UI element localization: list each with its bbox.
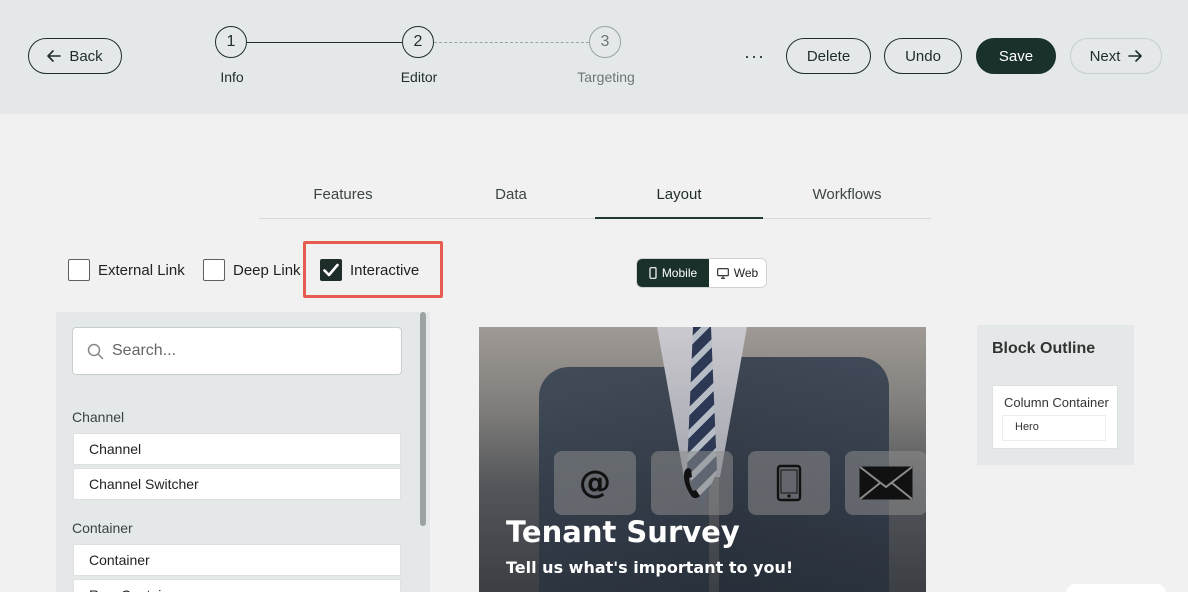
search-input[interactable]: [112, 342, 372, 360]
interactive-label: Interactive: [350, 261, 420, 279]
top-bar: Back 1 Info 2 Editor 3 Targeting ··· Del…: [0, 0, 1188, 114]
deep-link-label: Deep Link: [233, 261, 301, 279]
search-icon: [87, 343, 104, 359]
step-2-circle[interactable]: 2: [402, 26, 434, 58]
back-label: Back: [69, 47, 103, 65]
mobile-view-button[interactable]: Mobile: [637, 259, 709, 287]
mobile-preview[interactable]: @ Tenant Survey Tell us what's important…: [479, 327, 926, 592]
next-label: Next: [1089, 47, 1121, 65]
editor-tabs: Features Data Layout Workflows: [259, 176, 931, 219]
preview-subtitle: Tell us what's important to you!: [506, 558, 794, 577]
svg-text:@: @: [579, 463, 611, 501]
interactive-checkbox[interactable]: [320, 259, 342, 281]
web-view-button[interactable]: Web: [709, 259, 766, 287]
preview-title: Tenant Survey: [506, 515, 740, 549]
phone-icon[interactable]: [651, 451, 733, 515]
mobile-label: Mobile: [661, 266, 698, 280]
list-item-channel[interactable]: Channel: [73, 433, 401, 465]
outline-item-hero[interactable]: Hero: [1002, 415, 1106, 441]
save-button[interactable]: Save: [976, 38, 1056, 74]
web-label: Web: [733, 266, 759, 280]
phone-device-icon: [649, 267, 657, 279]
step-2-label: Editor: [400, 69, 438, 85]
step-connector-2: [434, 42, 589, 43]
block-outline-panel: Block Outline Column Container Hero: [977, 325, 1134, 465]
at-sign-icon[interactable]: @: [554, 451, 636, 515]
section-title-channel: Channel: [72, 409, 125, 425]
undo-button[interactable]: Undo: [884, 38, 962, 74]
block-outline-title: Block Outline: [992, 340, 1096, 357]
tablet-icon[interactable]: [748, 451, 830, 515]
delete-button[interactable]: Delete: [786, 38, 871, 74]
deep-link-checkbox[interactable]: [203, 259, 225, 281]
next-button[interactable]: Next: [1070, 38, 1162, 74]
envelope-icon[interactable]: [845, 451, 926, 515]
arrow-left-icon: [47, 50, 62, 62]
outline-item-column-container[interactable]: Column Container Hero: [992, 385, 1118, 449]
arrow-right-icon: [1128, 50, 1143, 62]
step-connector-1: [247, 42, 402, 43]
panel-scrollbar[interactable]: [420, 312, 426, 526]
checkmark-icon: [323, 263, 339, 277]
step-3-label: Targeting: [577, 69, 635, 85]
deep-link-option[interactable]: Deep Link: [203, 259, 301, 281]
back-button[interactable]: Back: [28, 38, 122, 74]
tab-workflows[interactable]: Workflows: [763, 176, 931, 218]
section-title-container: Container: [72, 520, 133, 536]
list-item-container[interactable]: Container: [73, 544, 401, 576]
step-3-circle[interactable]: 3: [589, 26, 621, 58]
floating-widget[interactable]: [1066, 584, 1166, 592]
external-link-label: External Link: [98, 261, 185, 279]
external-link-checkbox[interactable]: [68, 259, 90, 281]
monitor-icon: [716, 267, 729, 279]
list-item-channel-switcher[interactable]: Channel Switcher: [73, 468, 401, 500]
component-library-panel: Channel Channel Channel Switcher Contain…: [56, 312, 430, 592]
tab-layout[interactable]: Layout: [595, 176, 763, 219]
tab-features[interactable]: Features: [259, 176, 427, 218]
tab-data[interactable]: Data: [427, 176, 595, 218]
more-options-icon[interactable]: ···: [744, 46, 765, 67]
step-1-label: Info: [220, 69, 244, 85]
view-toggle: Mobile Web: [636, 258, 767, 288]
interactive-option[interactable]: Interactive: [320, 259, 419, 281]
step-1-circle[interactable]: 1: [215, 26, 247, 58]
outline-root-label: Column Container: [1004, 395, 1109, 410]
search-box[interactable]: [72, 327, 402, 375]
external-link-option[interactable]: External Link: [68, 259, 185, 281]
list-item-row-container[interactable]: Row Container: [73, 579, 401, 592]
